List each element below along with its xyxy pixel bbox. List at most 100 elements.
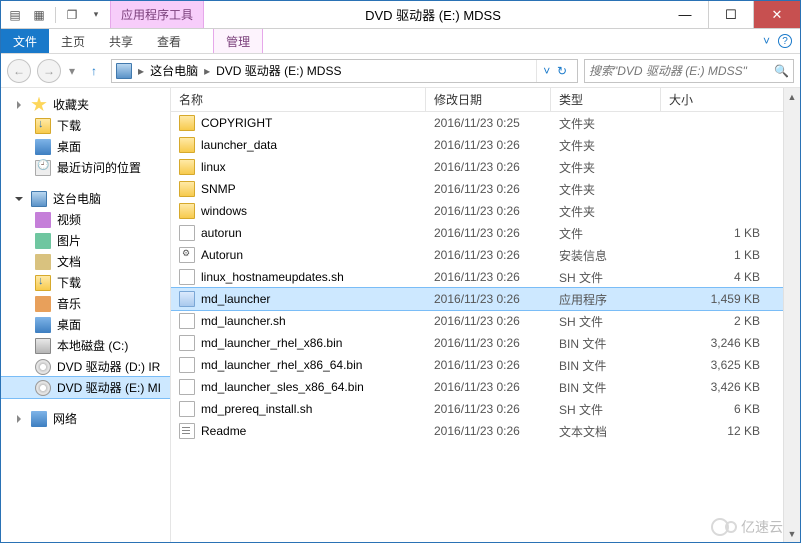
file-row[interactable]: md_launcher_sles_x86_64.bin2016/11/23 0:… [171, 376, 800, 398]
file-row[interactable]: md_launcher_rhel_x86.bin2016/11/23 0:26B… [171, 332, 800, 354]
sidebar-item[interactable]: 图片 [1, 230, 170, 251]
scroll-down-icon[interactable]: ▼ [784, 525, 800, 542]
file-row[interactable]: autorun2016/11/23 0:26文件1 KB [171, 222, 800, 244]
sidebar-item-label: 视频 [57, 211, 81, 228]
ini-icon [179, 247, 195, 263]
file-tab[interactable]: 文件 [1, 29, 49, 53]
file-icon [179, 335, 195, 351]
sidebar-item[interactable]: 最近访问的位置 [1, 157, 170, 178]
file-type: BIN 文件 [551, 357, 661, 374]
file-row[interactable]: launcher_data2016/11/23 0:26文件夹 [171, 134, 800, 156]
file-row[interactable]: linux 2016/11/23 0:26文件夹 [171, 156, 800, 178]
sidebar-head-thispc[interactable]: 这台电脑 [1, 188, 170, 209]
file-type: 文件夹 [551, 159, 661, 176]
file-row[interactable]: windows2016/11/23 0:26文件夹 [171, 200, 800, 222]
minimize-button[interactable]: — [662, 1, 708, 28]
file-row[interactable]: Autorun2016/11/23 0:26安装信息1 KB [171, 244, 800, 266]
new-folder-icon[interactable]: ❐ [62, 5, 82, 25]
qat-dropdown-icon[interactable]: ▾ [86, 5, 106, 25]
navigation-pane[interactable]: 收藏夹 下载桌面最近访问的位置 这台电脑 视频图片文档下载音乐桌面本地磁盘 (C… [1, 88, 171, 542]
desktop-icon [35, 317, 51, 333]
column-size[interactable]: 大小 [661, 88, 800, 111]
search-box[interactable]: 🔍 [584, 59, 794, 83]
vid-icon [35, 212, 51, 228]
file-name: linux [201, 160, 226, 174]
file-pane: 名称 修改日期 类型 大小 COPYRIGHT2016/11/23 0:25文件… [171, 88, 800, 542]
breadcrumb-dropdown-icon[interactable]: ˅ ↻ [536, 60, 573, 82]
up-button[interactable]: ↑ [83, 60, 105, 82]
scroll-up-icon[interactable]: ▲ [784, 88, 800, 105]
file-row[interactable]: md_launcher.sh2016/11/23 0:26SH 文件2 KB [171, 310, 800, 332]
file-row[interactable]: COPYRIGHT2016/11/23 0:25文件夹 [171, 112, 800, 134]
props-icon[interactable]: ▦ [29, 5, 49, 25]
sidebar-item[interactable]: 本地磁盘 (C:) [1, 335, 170, 356]
chevron-right-icon[interactable]: ▸ [200, 64, 214, 78]
sidebar-item[interactable]: 文档 [1, 251, 170, 272]
file-row[interactable]: Readme2016/11/23 0:26文本文档12 KB [171, 420, 800, 442]
sidebar-head-favorites[interactable]: 收藏夹 [1, 94, 170, 115]
chevron-right-icon[interactable]: ▸ [134, 64, 148, 78]
column-date[interactable]: 修改日期 [426, 88, 551, 111]
maximize-button[interactable]: ☐ [708, 1, 754, 28]
help-icon[interactable]: ? [778, 34, 792, 48]
window-controls: — ☐ ✕ [662, 1, 800, 28]
vertical-scrollbar[interactable]: ▲ ▼ [783, 88, 800, 542]
collapse-icon[interactable] [17, 101, 21, 109]
column-type[interactable]: 类型 [551, 88, 661, 111]
file-size: 3,625 KB [661, 358, 800, 372]
sidebar-group-network: 网络 [1, 408, 170, 429]
close-button[interactable]: ✕ [754, 1, 800, 28]
history-dropdown-icon[interactable]: ▾ [67, 64, 77, 78]
sidebar-item[interactable]: 桌面 [1, 136, 170, 157]
sidebar-item[interactable]: 视频 [1, 209, 170, 230]
expand-icon[interactable] [15, 197, 23, 201]
column-name[interactable]: 名称 [171, 88, 426, 111]
file-name-cell: md_launcher [171, 291, 426, 307]
tab-share[interactable]: 共享 [97, 29, 145, 53]
file-size: 6 KB [661, 402, 800, 416]
search-input[interactable] [589, 64, 774, 78]
file-name: linux_hostnameupdates.sh [201, 270, 344, 284]
file-name: windows [201, 204, 247, 218]
search-icon[interactable]: 🔍 [774, 64, 789, 78]
file-row[interactable]: md_launcher_rhel_x86_64.bin2016/11/23 0:… [171, 354, 800, 376]
tab-home[interactable]: 主页 [49, 29, 97, 53]
file-row[interactable]: SNMP2016/11/23 0:26文件夹 [171, 178, 800, 200]
folder-icon [179, 115, 195, 131]
scroll-track[interactable] [784, 105, 800, 525]
back-button[interactable]: ← [7, 59, 31, 83]
breadcrumb[interactable]: ▸ 这台电脑 ▸ DVD 驱动器 (E:) MDSS ˅ ↻ [111, 59, 578, 83]
sidebar-item[interactable]: DVD 驱动器 (E:) MI [1, 377, 170, 398]
sidebar-item[interactable]: 下载 [1, 115, 170, 136]
file-name-cell: Readme [171, 423, 426, 439]
collapse-icon[interactable] [17, 415, 21, 423]
forward-button[interactable]: → [37, 59, 61, 83]
file-name-cell: md_launcher.sh [171, 313, 426, 329]
tab-manage[interactable]: 管理 [213, 29, 263, 53]
file-name: md_launcher_rhel_x86_64.bin [201, 358, 362, 372]
file-row[interactable]: linux_hostnameupdates.sh2016/11/23 0:26S… [171, 266, 800, 288]
file-list[interactable]: COPYRIGHT2016/11/23 0:25文件夹launcher_data… [171, 112, 800, 542]
file-size: 4 KB [661, 270, 800, 284]
file-size: 3,426 KB [661, 380, 800, 394]
breadcrumb-root[interactable]: 这台电脑 [150, 62, 198, 79]
breadcrumb-current[interactable]: DVD 驱动器 (E:) MDSS [216, 62, 341, 79]
file-name-cell: linux [171, 159, 426, 175]
watermark: 亿速云 [711, 517, 783, 537]
system-menu-icon[interactable]: ▤ [5, 5, 25, 25]
folder-icon [179, 137, 195, 153]
file-name-cell: md_launcher_sles_x86_64.bin [171, 379, 426, 395]
file-row[interactable]: md_launcher2016/11/23 0:26应用程序1,459 KB [171, 288, 800, 310]
sidebar-item[interactable]: 桌面 [1, 314, 170, 335]
sidebar-item[interactable]: DVD 驱动器 (D:) IR [1, 356, 170, 377]
sidebar-item[interactable]: 音乐 [1, 293, 170, 314]
tab-view[interactable]: 查看 [145, 29, 193, 53]
sidebar-item[interactable]: 下载 [1, 272, 170, 293]
file-date: 2016/11/23 0:26 [426, 160, 551, 174]
file-date: 2016/11/23 0:26 [426, 402, 551, 416]
sidebar-head-network[interactable]: 网络 [1, 408, 170, 429]
title-bar: ▤ ▦ ❐ ▾ 应用程序工具 DVD 驱动器 (E:) MDSS — ☐ ✕ [1, 1, 800, 29]
file-name: Autorun [201, 248, 243, 262]
file-row[interactable]: md_prereq_install.sh2016/11/23 0:26SH 文件… [171, 398, 800, 420]
expand-ribbon-icon[interactable]: ˅ [763, 34, 770, 48]
